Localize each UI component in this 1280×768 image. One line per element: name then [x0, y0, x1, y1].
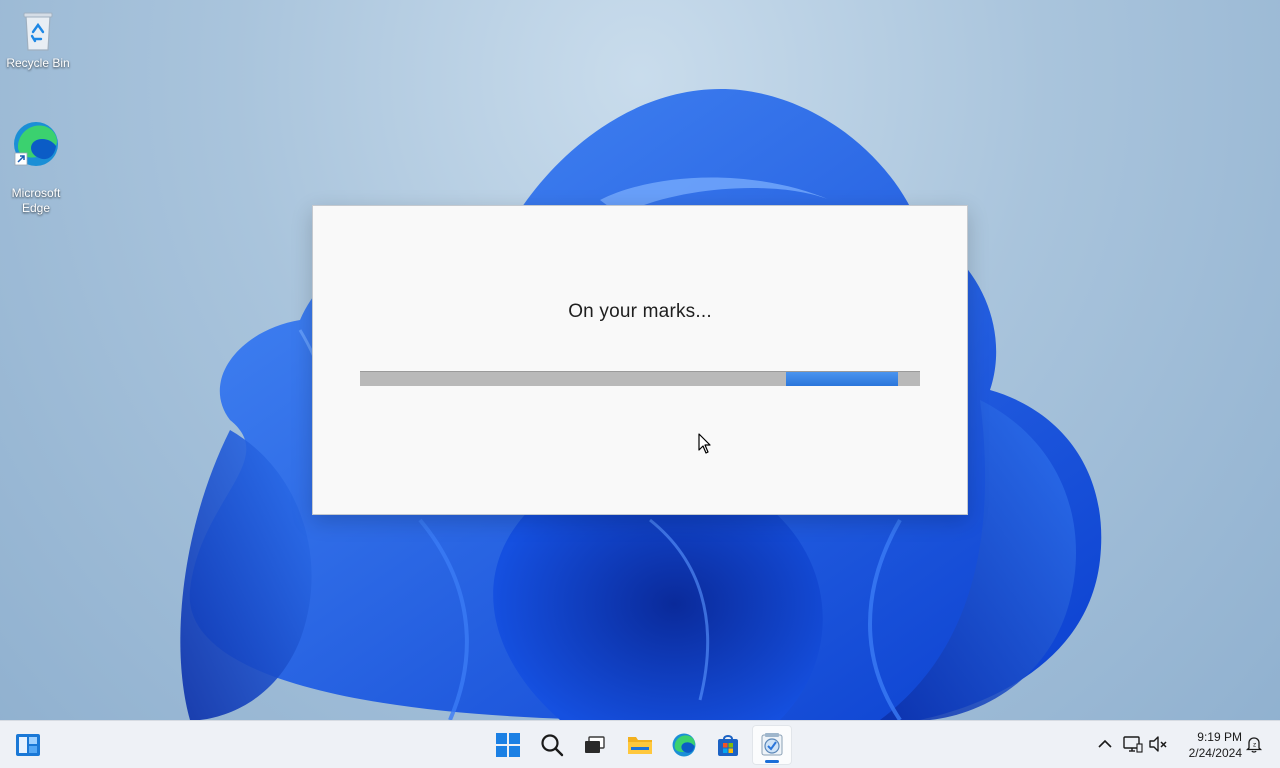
file-explorer-icon — [628, 737, 652, 754]
widgets-icon — [16, 734, 40, 756]
clock-date: 2/24/2024 — [1188, 746, 1242, 760]
network-status-button[interactable] — [1122, 733, 1144, 755]
recycle-bin-icon — [23, 12, 53, 51]
show-hidden-icons-button[interactable] — [1094, 733, 1116, 755]
start-button[interactable] — [488, 725, 528, 765]
active-app-indicator — [765, 760, 779, 763]
task-view-button[interactable] — [575, 725, 615, 765]
volume-button[interactable] — [1147, 733, 1169, 755]
search-button[interactable] — [532, 725, 572, 765]
clock-time: 9:19 PM — [1197, 730, 1242, 744]
edge-taskbar-button[interactable] — [664, 725, 704, 765]
loading-message: On your marks... — [568, 301, 712, 322]
desktop-icon-microsoft-edge[interactable]: Microsoft Edge — [0, 104, 74, 216]
desktop-icon-recycle-bin[interactable]: Recycle Bin — [0, 10, 76, 71]
widgets-button[interactable] — [8, 725, 48, 765]
loading-dialog: On your marks... — [312, 205, 968, 515]
volume-muted-icon — [1149, 736, 1167, 752]
chevron-up-icon — [1098, 739, 1112, 748]
edge-icon — [14, 122, 58, 166]
task-view-icon — [585, 736, 605, 753]
microsoft-store-icon — [718, 735, 738, 756]
setup-app-taskbar-button[interactable] — [752, 725, 792, 765]
notifications-icon: z — [1245, 737, 1263, 753]
progress-bar — [360, 371, 920, 386]
mouse-cursor-icon — [698, 433, 711, 454]
edge-icon — [672, 733, 696, 757]
desktop-icon-label: Recycle Bin — [6, 56, 70, 70]
network-icon — [1123, 736, 1143, 753]
desktop-icon-label: Microsoft Edge — [11, 186, 61, 215]
taskbar: 9:19 PM 2/24/2024 z — [0, 720, 1280, 768]
notifications-button[interactable]: z — [1243, 733, 1265, 755]
file-explorer-button[interactable] — [620, 725, 660, 765]
progress-bar-fill — [785, 372, 898, 386]
windows-start-icon — [496, 733, 520, 757]
microsoft-store-button[interactable] — [708, 725, 748, 765]
search-icon — [541, 734, 564, 757]
setup-app-icon — [761, 733, 783, 756]
svg-text:z: z — [1253, 742, 1256, 749]
system-clock[interactable]: 9:19 PM 2/24/2024 — [1176, 729, 1242, 761]
